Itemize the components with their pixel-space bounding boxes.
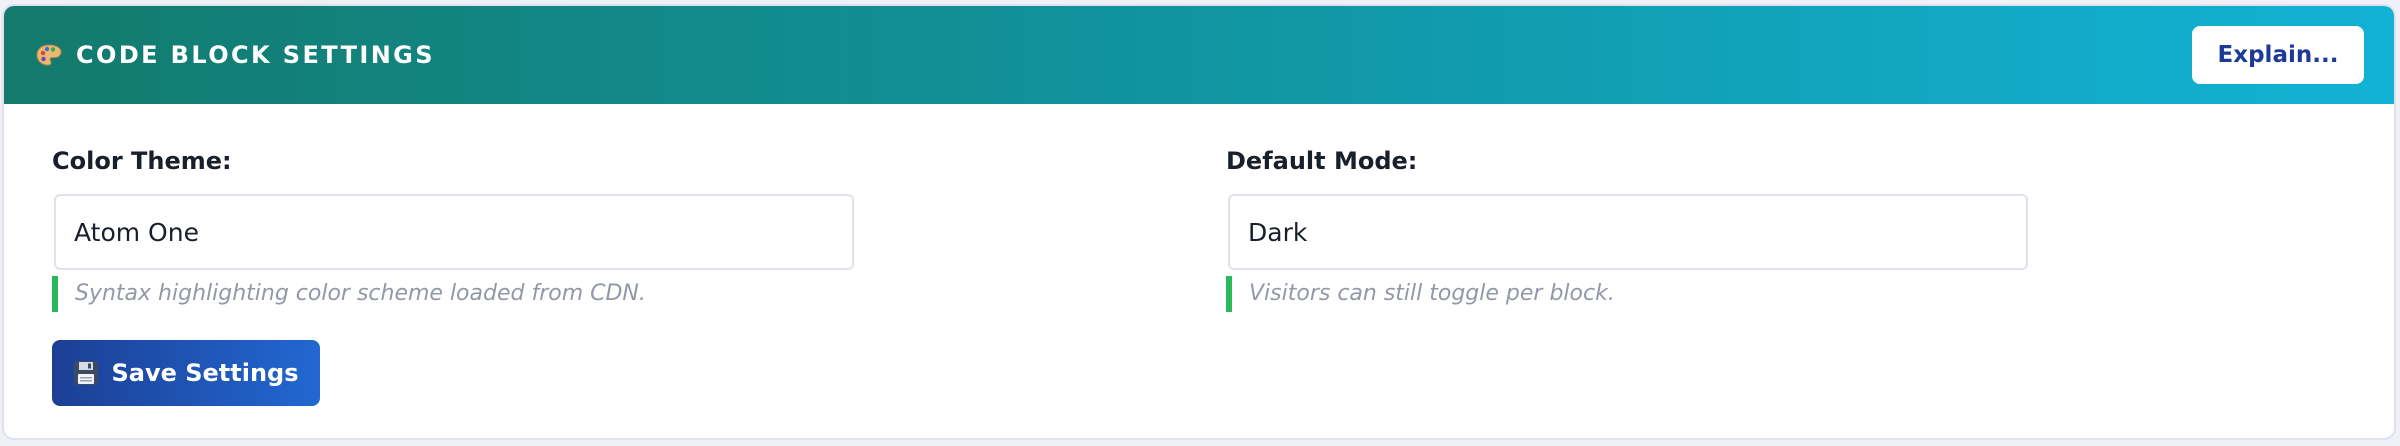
floppy-disk-icon: [73, 360, 99, 386]
color-theme-label: Color Theme:: [52, 147, 232, 175]
code-block-settings-card: CODE BLOCK SETTINGS Explain... Color The…: [2, 4, 2396, 440]
default-mode-field: Default Mode: Visitors can still toggle …: [1226, 146, 2028, 312]
default-mode-input[interactable]: [1228, 194, 2028, 270]
default-mode-hint: Visitors can still toggle per block.: [1226, 276, 1615, 312]
card-header: CODE BLOCK SETTINGS Explain...: [4, 6, 2394, 104]
color-theme-input[interactable]: [54, 194, 854, 270]
explain-button[interactable]: Explain...: [2192, 26, 2364, 84]
color-theme-field: Color Theme: Syntax highlighting color s…: [52, 146, 854, 312]
palette-icon: [34, 40, 64, 70]
card-title: CODE BLOCK SETTINGS: [76, 41, 435, 69]
color-theme-hint: Syntax highlighting color scheme loaded …: [52, 276, 646, 312]
default-mode-label: Default Mode:: [1226, 147, 1418, 175]
save-settings-label: Save Settings: [111, 359, 299, 387]
save-settings-button[interactable]: Save Settings: [52, 340, 320, 406]
